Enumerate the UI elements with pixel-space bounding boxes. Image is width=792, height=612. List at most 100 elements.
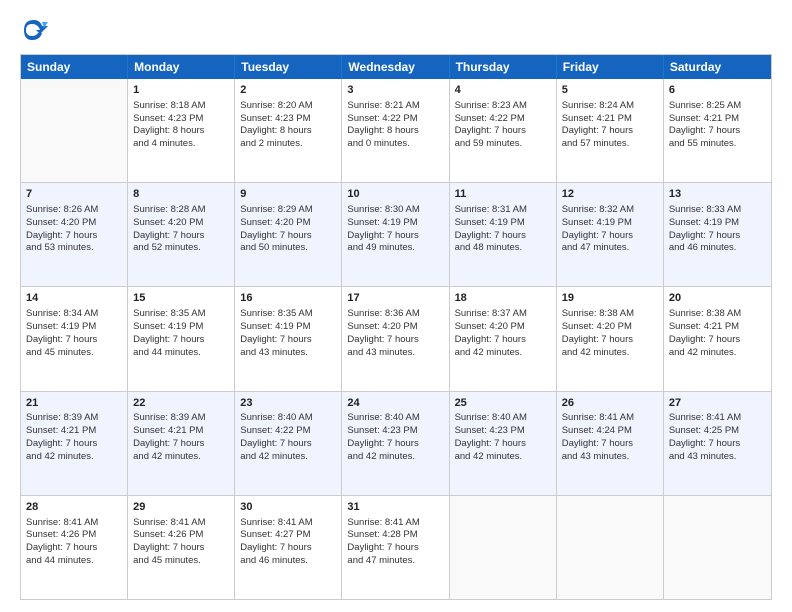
header-day-thursday: Thursday <box>450 55 557 79</box>
day-info-line: Sunrise: 8:41 AM <box>26 517 122 530</box>
day-info-line: Sunset: 4:19 PM <box>26 321 122 334</box>
day-info-line: Sunset: 4:23 PM <box>455 425 551 438</box>
day-info-line: Sunrise: 8:39 AM <box>26 412 122 425</box>
week-row-3: 21Sunrise: 8:39 AMSunset: 4:21 PMDayligh… <box>21 392 771 496</box>
day-info-line: Sunset: 4:26 PM <box>133 529 229 542</box>
day-info-line: Daylight: 7 hours <box>133 334 229 347</box>
day-info-line: Sunset: 4:20 PM <box>347 321 443 334</box>
day-info-line: Sunrise: 8:37 AM <box>455 308 551 321</box>
day-cell-20: 20Sunrise: 8:38 AMSunset: 4:21 PMDayligh… <box>664 287 771 390</box>
day-cell-26: 26Sunrise: 8:41 AMSunset: 4:24 PMDayligh… <box>557 392 664 495</box>
day-info-line: Daylight: 7 hours <box>669 125 766 138</box>
day-info-line: Sunrise: 8:30 AM <box>347 204 443 217</box>
day-info-line: Daylight: 8 hours <box>240 125 336 138</box>
day-info-line: Daylight: 7 hours <box>240 542 336 555</box>
day-info-line: Daylight: 7 hours <box>562 230 658 243</box>
day-info-line: Sunset: 4:28 PM <box>347 529 443 542</box>
day-info-line: Sunset: 4:25 PM <box>669 425 766 438</box>
day-info-line: Daylight: 7 hours <box>347 230 443 243</box>
day-info-line: Sunset: 4:21 PM <box>26 425 122 438</box>
day-info-line: Sunrise: 8:20 AM <box>240 100 336 113</box>
day-info-line: and 42 minutes. <box>455 451 551 464</box>
day-info-line: Sunrise: 8:23 AM <box>455 100 551 113</box>
day-info-line: Daylight: 7 hours <box>133 542 229 555</box>
day-info-line: and 0 minutes. <box>347 138 443 151</box>
day-info-line: and 4 minutes. <box>133 138 229 151</box>
day-info-line: Sunrise: 8:33 AM <box>669 204 766 217</box>
day-number: 1 <box>133 83 229 98</box>
day-info-line: Daylight: 8 hours <box>347 125 443 138</box>
day-info-line: Sunrise: 8:18 AM <box>133 100 229 113</box>
calendar-body: 1Sunrise: 8:18 AMSunset: 4:23 PMDaylight… <box>21 79 771 599</box>
day-cell-27: 27Sunrise: 8:41 AMSunset: 4:25 PMDayligh… <box>664 392 771 495</box>
day-number: 21 <box>26 396 122 411</box>
day-number: 19 <box>562 291 658 306</box>
day-info-line: Daylight: 7 hours <box>669 438 766 451</box>
day-cell-22: 22Sunrise: 8:39 AMSunset: 4:21 PMDayligh… <box>128 392 235 495</box>
day-info-line: Sunrise: 8:38 AM <box>669 308 766 321</box>
day-cell-15: 15Sunrise: 8:35 AMSunset: 4:19 PMDayligh… <box>128 287 235 390</box>
day-info-line: Sunset: 4:23 PM <box>133 113 229 126</box>
day-info-line: and 47 minutes. <box>562 242 658 255</box>
day-info-line: Sunrise: 8:31 AM <box>455 204 551 217</box>
day-cell-23: 23Sunrise: 8:40 AMSunset: 4:22 PMDayligh… <box>235 392 342 495</box>
header-day-sunday: Sunday <box>21 55 128 79</box>
day-cell-29: 29Sunrise: 8:41 AMSunset: 4:26 PMDayligh… <box>128 496 235 599</box>
week-row-0: 1 Sunrise: 8:18 AMSunset: 4:23 PM Daylight… <box>21 79 771 183</box>
day-info-line: Daylight: 7 hours <box>562 438 658 451</box>
day-number: 23 <box>240 396 336 411</box>
day-info-line: Sunset: 4:20 PM <box>240 217 336 230</box>
day-info-line: Sunset: 4:27 PM <box>240 529 336 542</box>
day-info-line: Sunset: 4:20 PM <box>562 321 658 334</box>
day-info-line: and 57 minutes. <box>562 138 658 151</box>
day-info-line: and 45 minutes. <box>26 347 122 360</box>
day-cell-24: 24Sunrise: 8:40 AMSunset: 4:23 PMDayligh… <box>342 392 449 495</box>
day-number: 7 <box>26 187 122 202</box>
day-info-line: and 44 minutes. <box>133 347 229 360</box>
day-info-line: Daylight: 7 hours <box>240 230 336 243</box>
day-info-line: Sunset: 4:21 PM <box>669 321 766 334</box>
day-number: 29 <box>133 500 229 515</box>
day-info-line: Sunrise: 8:24 AM <box>562 100 658 113</box>
day-cell-14: 14Sunrise: 8:34 AMSunset: 4:19 PMDayligh… <box>21 287 128 390</box>
day-cell-19: 19Sunrise: 8:38 AMSunset: 4:20 PMDayligh… <box>557 287 664 390</box>
day-number: 30 <box>240 500 336 515</box>
calendar: SundayMondayTuesdayWednesdayThursdayFrid… <box>20 54 772 600</box>
day-info-line: and 52 minutes. <box>133 242 229 255</box>
day-info-line: and 43 minutes. <box>562 451 658 464</box>
day-cell-5: 5Sunrise: 8:24 AMSunset: 4:21 PMDaylight… <box>557 79 664 182</box>
day-info-line: Sunset: 4:22 PM <box>455 113 551 126</box>
calendar-header: SundayMondayTuesdayWednesdayThursdayFrid… <box>21 55 771 79</box>
day-number: 2 <box>240 83 336 98</box>
day-info-line: Daylight: 7 hours <box>26 438 122 451</box>
day-info-line: Daylight: 7 hours <box>347 438 443 451</box>
day-info-line: Sunrise: 8:21 AM <box>347 100 443 113</box>
day-cell-7: 7Sunrise: 8:26 AMSunset: 4:20 PMDaylight… <box>21 183 128 286</box>
day-cell-21: 21Sunrise: 8:39 AMSunset: 4:21 PMDayligh… <box>21 392 128 495</box>
day-info-line: Sunset: 4:20 PM <box>133 217 229 230</box>
header-day-tuesday: Tuesday <box>235 55 342 79</box>
day-cell-10: 10Sunrise: 8:30 AMSunset: 4:19 PMDayligh… <box>342 183 449 286</box>
day-info-line: and 42 minutes. <box>240 451 336 464</box>
day-number: 18 <box>455 291 551 306</box>
day-info-line: and 45 minutes. <box>133 555 229 568</box>
day-info-line: Sunrise: 8:38 AM <box>562 308 658 321</box>
day-cell-9: 9Sunrise: 8:29 AMSunset: 4:20 PMDaylight… <box>235 183 342 286</box>
day-info-line: Daylight: 7 hours <box>455 334 551 347</box>
day-cell-17: 17Sunrise: 8:36 AMSunset: 4:20 PMDayligh… <box>342 287 449 390</box>
day-cell-8: 8Sunrise: 8:28 AMSunset: 4:20 PMDaylight… <box>128 183 235 286</box>
day-info-line: Sunrise: 8:28 AM <box>133 204 229 217</box>
day-info-line: Daylight: 7 hours <box>26 334 122 347</box>
day-info-line: and 55 minutes. <box>669 138 766 151</box>
day-number: 13 <box>669 187 766 202</box>
day-info-line: Daylight: 7 hours <box>669 334 766 347</box>
week-row-4: 28Sunrise: 8:41 AMSunset: 4:26 PMDayligh… <box>21 496 771 599</box>
day-info-line: Sunrise: 8:35 AM <box>240 308 336 321</box>
day-cell-31: 31Sunrise: 8:41 AMSunset: 4:28 PMDayligh… <box>342 496 449 599</box>
day-info-line: and 50 minutes. <box>240 242 336 255</box>
day-number: 8 <box>133 187 229 202</box>
day-number: 28 <box>26 500 122 515</box>
day-info-line: and 46 minutes. <box>669 242 766 255</box>
logo <box>20 16 52 44</box>
day-number: 9 <box>240 187 336 202</box>
